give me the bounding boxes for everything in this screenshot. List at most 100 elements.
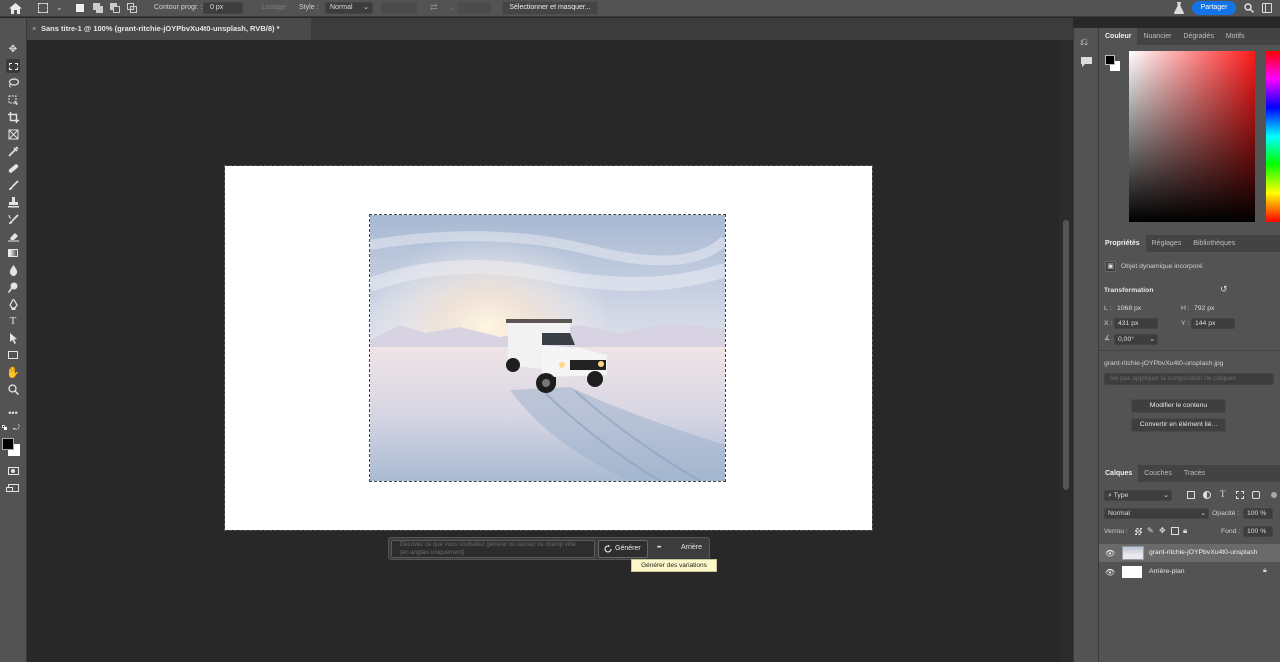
lock-transparency-icon[interactable] bbox=[1135, 528, 1142, 535]
contour-input[interactable]: 0 px bbox=[203, 2, 243, 14]
new-selection-icon[interactable] bbox=[76, 4, 84, 12]
more-options-icon[interactable]: ••• bbox=[657, 545, 661, 551]
filter-pixel-icon[interactable] bbox=[1187, 491, 1195, 499]
convert-linked-button[interactable]: Convertir en élément lié... bbox=[1131, 418, 1226, 432]
color-field[interactable] bbox=[1129, 51, 1255, 222]
dodge-tool-icon[interactable] bbox=[6, 280, 20, 294]
swap-colors-icon[interactable]: ⤾ bbox=[13, 423, 20, 433]
filter-smart-object-icon[interactable] bbox=[1252, 491, 1260, 499]
zoom-tool-icon[interactable] bbox=[6, 382, 20, 396]
gradient-tool-icon[interactable] bbox=[6, 246, 20, 260]
layer-comp-select[interactable]: Ne pas appliquer la composition de calqu… bbox=[1104, 373, 1274, 385]
type-tool-icon[interactable]: T bbox=[6, 314, 20, 328]
tab-reglages[interactable]: Réglages bbox=[1146, 235, 1188, 252]
quick-mask-icon[interactable] bbox=[6, 464, 20, 478]
search-icon[interactable] bbox=[1244, 3, 1254, 13]
lock-all-icon[interactable]: 🔒︎ bbox=[1183, 526, 1187, 536]
hand-tool-icon[interactable]: ✋ bbox=[6, 365, 20, 379]
share-button[interactable]: Partager bbox=[1192, 1, 1236, 15]
tab-nuancier[interactable]: Nuancier bbox=[1137, 28, 1177, 45]
crop-tool-icon[interactable] bbox=[6, 110, 20, 124]
select-and-mask-button[interactable]: Sélectionner et masquer... bbox=[502, 1, 598, 15]
object-select-tool-icon[interactable] bbox=[6, 93, 20, 107]
visibility-eye-icon[interactable]: 👁︎ bbox=[1105, 549, 1115, 558]
marquee-tool-icon[interactable] bbox=[6, 59, 20, 73]
healing-brush-tool-icon[interactable] bbox=[6, 161, 20, 175]
filter-shape-icon[interactable] bbox=[1236, 491, 1244, 499]
frame-tool-icon[interactable] bbox=[6, 127, 20, 141]
move-tool-icon[interactable]: ✥ bbox=[6, 42, 20, 56]
subtract-selection-icon[interactable] bbox=[110, 3, 120, 13]
tab-couches[interactable]: Couches bbox=[1138, 465, 1178, 482]
blur-tool-icon[interactable] bbox=[6, 263, 20, 277]
height-field-disabled bbox=[458, 2, 491, 14]
close-icon[interactable]: × bbox=[32, 18, 36, 40]
tab-calques[interactable]: Calques bbox=[1099, 465, 1139, 482]
rectangle-tool-icon[interactable] bbox=[6, 348, 20, 362]
layer-row[interactable]: 👁︎ grant-ritchie-jOYPbvXu4t0-unsplash bbox=[1099, 544, 1280, 562]
lock-position-icon[interactable]: ✥ bbox=[1159, 526, 1166, 535]
default-colors-icon[interactable] bbox=[2, 425, 7, 430]
document-tab[interactable]: × Sans titre-1 @ 100% (grant-ritchie-jOY… bbox=[27, 18, 311, 40]
more-tools-icon[interactable]: ••• bbox=[6, 406, 20, 420]
tab-proprietes[interactable]: Propriétés bbox=[1099, 235, 1146, 252]
lasso-tool-icon[interactable] bbox=[6, 76, 20, 90]
flask-icon[interactable] bbox=[1174, 2, 1184, 14]
history-brush-tool-icon[interactable] bbox=[6, 212, 20, 226]
layer-name[interactable]: grant-ritchie-jOYPbvXu4t0-unsplash bbox=[1149, 549, 1257, 556]
fill-field[interactable]: 100 % bbox=[1243, 526, 1273, 537]
tab-motifs[interactable]: Motifs bbox=[1220, 28, 1251, 45]
stamp-tool-icon[interactable] bbox=[6, 195, 20, 209]
edit-content-button[interactable]: Modifier le contenu bbox=[1131, 399, 1226, 413]
screen-mode-icon[interactable] bbox=[5, 481, 20, 495]
tab-traces[interactable]: Tracés bbox=[1178, 465, 1211, 482]
eraser-tool-icon[interactable] bbox=[6, 229, 20, 243]
generate-button[interactable]: Générer bbox=[598, 540, 648, 558]
lock-pixels-icon[interactable]: ✎ bbox=[1147, 526, 1154, 535]
style-select[interactable]: Normal ⌄ bbox=[325, 2, 373, 14]
lock-artboard-icon[interactable] bbox=[1171, 527, 1179, 535]
scrollbar-thumb[interactable] bbox=[1063, 220, 1069, 490]
tab-degrades[interactable]: Dégradés bbox=[1177, 28, 1219, 45]
path-select-tool-icon[interactable] bbox=[6, 331, 20, 345]
document-canvas[interactable] bbox=[224, 165, 873, 531]
fg-color-chip[interactable] bbox=[1105, 55, 1115, 65]
chevron-down-icon[interactable]: ⌄ bbox=[56, 3, 63, 12]
reset-transform-icon[interactable]: ↺ bbox=[1220, 284, 1228, 295]
foreground-color-swatch[interactable] bbox=[2, 438, 14, 450]
y-field[interactable]: 144 px bbox=[1191, 318, 1235, 329]
width-field[interactable]: 1068 px bbox=[1114, 303, 1158, 314]
tab-couleur[interactable]: Couleur bbox=[1099, 28, 1138, 45]
lissage-checkbox[interactable]: Lissage bbox=[262, 4, 286, 11]
comments-panel-icon[interactable] bbox=[1081, 57, 1092, 67]
eyedropper-tool-icon[interactable] bbox=[6, 144, 20, 158]
layer-filter-select[interactable]: ⌕ Type ⌄ bbox=[1104, 490, 1172, 501]
opacity-field[interactable]: 100 % bbox=[1243, 508, 1273, 519]
filter-type-icon[interactable]: T bbox=[1220, 489, 1226, 499]
layer-row[interactable]: 👁︎ Arrière-plan 🔒︎ bbox=[1099, 563, 1280, 581]
back-button[interactable]: Arrière bbox=[681, 544, 702, 551]
blend-mode-select[interactable]: Normal ⌄ bbox=[1104, 508, 1209, 519]
home-icon[interactable] bbox=[9, 3, 22, 14]
history-panel-icon[interactable]: ⎌ bbox=[1080, 37, 1088, 48]
generative-prompt-input[interactable]: Décrivez ce que vous souhaitez générer o… bbox=[391, 540, 595, 558]
tab-bibliotheques[interactable]: Bibliothèques bbox=[1187, 235, 1241, 252]
jeep-photo[interactable] bbox=[370, 215, 725, 481]
pen-tool-icon[interactable] bbox=[6, 297, 20, 311]
marquee-preset-icon[interactable] bbox=[38, 3, 48, 13]
add-selection-icon[interactable] bbox=[93, 3, 103, 13]
divider bbox=[1099, 350, 1280, 351]
canvas-scrollbar[interactable] bbox=[1059, 40, 1073, 662]
filter-toggle-icon[interactable] bbox=[1271, 492, 1277, 498]
hue-slider[interactable] bbox=[1266, 51, 1280, 222]
workspace-icon[interactable] bbox=[1262, 3, 1272, 13]
angle-field[interactable]: 0,00° ⌄ bbox=[1114, 334, 1158, 345]
visibility-eye-icon[interactable]: 👁︎ bbox=[1105, 568, 1115, 577]
brush-tool-icon[interactable] bbox=[6, 178, 20, 192]
height-field[interactable]: 792 px bbox=[1191, 303, 1235, 314]
x-field[interactable]: 431 px bbox=[1114, 318, 1158, 329]
layer-name[interactable]: Arrière-plan bbox=[1149, 568, 1185, 575]
canvas-area[interactable]: Décrivez ce que vous souhaitez générer o… bbox=[27, 40, 1059, 662]
intersect-selection-icon[interactable] bbox=[127, 3, 137, 13]
filter-adjustment-icon[interactable] bbox=[1203, 491, 1211, 499]
